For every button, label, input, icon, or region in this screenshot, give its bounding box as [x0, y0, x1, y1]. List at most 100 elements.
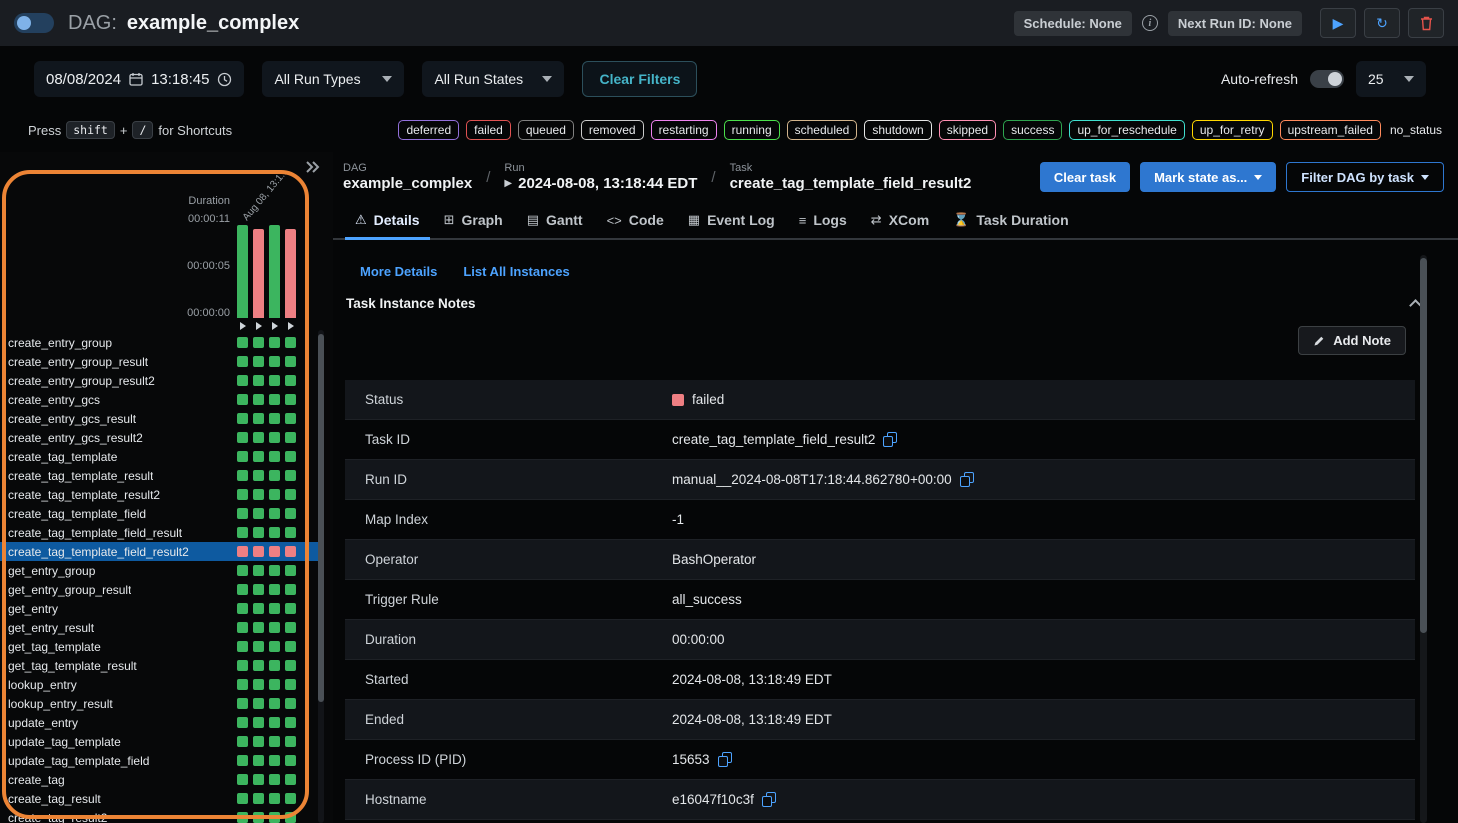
task-instance-success[interactable]: [269, 660, 280, 671]
task-instance-success[interactable]: [285, 413, 296, 424]
task-instance-success[interactable]: [253, 736, 264, 747]
task-instance-success[interactable]: [269, 812, 280, 823]
task-instance-success[interactable]: [237, 698, 248, 709]
task-row-create_tag_template_field[interactable]: create_tag_template_field: [0, 504, 318, 523]
task-instance-success[interactable]: [253, 774, 264, 785]
task-instance-success[interactable]: [237, 508, 248, 519]
tab-logs[interactable]: ≡Logs: [787, 202, 859, 238]
task-instance-success[interactable]: [269, 432, 280, 443]
task-row-create_tag_result[interactable]: create_tag_result: [0, 789, 318, 808]
details-scrollbar-thumb[interactable]: [1420, 258, 1427, 633]
task-instance-success[interactable]: [285, 470, 296, 481]
task-instance-success[interactable]: [269, 413, 280, 424]
task-instance-success[interactable]: [285, 527, 296, 538]
task-instance-success[interactable]: [285, 622, 296, 633]
grid-scrollbar-thumb[interactable]: [318, 334, 324, 702]
task-instance-success[interactable]: [269, 394, 280, 405]
task-instance-success[interactable]: [285, 394, 296, 405]
task-row-create_entry_group[interactable]: create_entry_group: [0, 333, 318, 352]
task-instance-success[interactable]: [285, 755, 296, 766]
manual-run-icon[interactable]: [253, 322, 264, 330]
clear-task-button[interactable]: Clear task: [1040, 162, 1130, 192]
legend-upstream_failed[interactable]: upstream_failed: [1280, 120, 1381, 140]
task-instance-success[interactable]: [253, 356, 264, 367]
task-instance-success[interactable]: [269, 508, 280, 519]
task-instance-success[interactable]: [285, 375, 296, 386]
legend-running[interactable]: running: [724, 120, 780, 140]
task-instance-success[interactable]: [269, 774, 280, 785]
task-instance-success[interactable]: [253, 679, 264, 690]
task-row-create_tag_template[interactable]: create_tag_template: [0, 447, 318, 466]
tab-gantt[interactable]: ▤Gantt: [515, 202, 595, 238]
task-instance-success[interactable]: [253, 660, 264, 671]
task-row-create_tag[interactable]: create_tag: [0, 770, 318, 789]
task-instance-success[interactable]: [253, 470, 264, 481]
task-instance-success[interactable]: [237, 337, 248, 348]
task-instance-success[interactable]: [269, 451, 280, 462]
task-instance-success[interactable]: [269, 356, 280, 367]
legend-restarting[interactable]: restarting: [651, 120, 717, 140]
task-instance-success[interactable]: [237, 679, 248, 690]
task-instance-success[interactable]: [237, 717, 248, 728]
task-instance-success[interactable]: [269, 527, 280, 538]
legend-queued[interactable]: queued: [518, 120, 574, 140]
task-instance-success[interactable]: [285, 641, 296, 652]
task-row-create_tag_template_result[interactable]: create_tag_template_result: [0, 466, 318, 485]
clear-filters-button[interactable]: Clear Filters: [582, 61, 697, 97]
task-instance-success[interactable]: [253, 432, 264, 443]
task-instance-success[interactable]: [285, 489, 296, 500]
task-instance-success[interactable]: [269, 584, 280, 595]
copy-icon[interactable]: [762, 792, 776, 807]
task-instance-success[interactable]: [237, 660, 248, 671]
task-instance-success[interactable]: [253, 622, 264, 633]
add-note-button[interactable]: Add Note: [1298, 326, 1406, 355]
task-instance-success[interactable]: [237, 584, 248, 595]
task-instance-success[interactable]: [285, 679, 296, 690]
task-instance-success[interactable]: [269, 337, 280, 348]
list-all-instances-link[interactable]: List All Instances: [463, 264, 569, 279]
task-instance-success[interactable]: [253, 508, 264, 519]
task-instance-success[interactable]: [285, 356, 296, 367]
task-instance-success[interactable]: [269, 603, 280, 614]
datetime-picker[interactable]: 08/08/2024 13:18:45: [34, 61, 244, 97]
task-instance-success[interactable]: [253, 337, 264, 348]
task-instance-success[interactable]: [253, 584, 264, 595]
task-instance-success[interactable]: [253, 489, 264, 500]
task-instance-success[interactable]: [237, 451, 248, 462]
task-row-get_entry_group[interactable]: get_entry_group: [0, 561, 318, 580]
task-instance-success[interactable]: [253, 451, 264, 462]
task-row-create_entry_gcs_result[interactable]: create_entry_gcs_result: [0, 409, 318, 428]
task-row-update_tag_template[interactable]: update_tag_template: [0, 732, 318, 751]
task-instance-success[interactable]: [269, 565, 280, 576]
task-row-update_entry[interactable]: update_entry: [0, 713, 318, 732]
manual-run-icon[interactable]: [269, 322, 280, 330]
more-details-link[interactable]: More Details: [360, 264, 437, 279]
legend-failed[interactable]: failed: [466, 120, 511, 140]
task-instance-success[interactable]: [253, 527, 264, 538]
task-instance-success[interactable]: [253, 375, 264, 386]
task-row-lookup_entry[interactable]: lookup_entry: [0, 675, 318, 694]
task-instance-success[interactable]: [285, 432, 296, 443]
task-row-get_tag_template[interactable]: get_tag_template: [0, 637, 318, 656]
task-instance-success[interactable]: [237, 527, 248, 538]
task-instance-success[interactable]: [253, 413, 264, 424]
task-instance-success[interactable]: [269, 641, 280, 652]
legend-scheduled[interactable]: scheduled: [787, 120, 858, 140]
task-instance-success[interactable]: [253, 717, 264, 728]
task-instance-success[interactable]: [237, 793, 248, 804]
manual-run-icon[interactable]: [237, 322, 248, 330]
task-instance-success[interactable]: [253, 793, 264, 804]
task-row-get_entry_result[interactable]: get_entry_result: [0, 618, 318, 637]
task-row-get_entry[interactable]: get_entry: [0, 599, 318, 618]
task-instance-success[interactable]: [237, 432, 248, 443]
task-row-lookup_entry_result[interactable]: lookup_entry_result: [0, 694, 318, 713]
task-instance-success[interactable]: [269, 793, 280, 804]
delete-dag-button[interactable]: [1408, 8, 1444, 38]
run-duration-bar-3[interactable]: [269, 225, 280, 318]
task-instance-success[interactable]: [237, 812, 248, 823]
task-instance-success[interactable]: [285, 698, 296, 709]
task-instance-success[interactable]: [269, 698, 280, 709]
run-types-select[interactable]: All Run Types: [262, 61, 404, 97]
filter-dag-button[interactable]: Filter DAG by task: [1286, 162, 1444, 192]
task-instance-failed[interactable]: [269, 546, 280, 557]
